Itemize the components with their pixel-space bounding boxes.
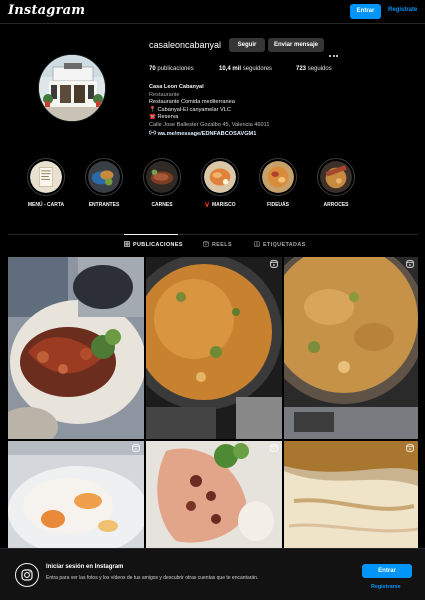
reel-icon bbox=[406, 260, 414, 268]
highlight-carnes[interactable]: CARNES bbox=[137, 158, 187, 208]
highlight-label: 🦞 MARISCO bbox=[204, 202, 236, 208]
highlight-thumbnail bbox=[88, 161, 120, 193]
post-image bbox=[146, 257, 282, 439]
tab-reels[interactable]: REELS bbox=[203, 241, 232, 248]
profile-avatar[interactable] bbox=[38, 54, 106, 122]
posts-count-stat: 70 publicaciones bbox=[149, 66, 194, 72]
highlight-label: ARROCES bbox=[323, 202, 349, 208]
highlight-label: CARNES bbox=[151, 202, 173, 208]
post-image bbox=[284, 257, 418, 439]
banner-register-link[interactable]: Registrarse bbox=[371, 584, 401, 590]
reels-icon bbox=[203, 241, 209, 247]
top-navigation-bar: Instagram Entrar Registrate bbox=[0, 0, 425, 24]
bio-line: 📍 Cabanyal-El canyamelar VLC bbox=[149, 106, 231, 113]
login-banner: Iniciar sesión en Instagram Entra para v… bbox=[0, 548, 425, 600]
post-image bbox=[8, 257, 144, 439]
followers-count-stat[interactable]: 10,4 mil seguidores bbox=[219, 66, 272, 72]
highlight-label: ENTRANTES bbox=[88, 202, 120, 208]
banner-description: Entra para ver las fotos y los vídeos de… bbox=[46, 575, 259, 581]
post-image bbox=[8, 441, 144, 548]
instagram-icon bbox=[15, 563, 39, 587]
highlight-thumbnail bbox=[320, 161, 352, 193]
post-image bbox=[146, 441, 282, 548]
post-tile[interactable] bbox=[8, 441, 144, 548]
highlight-menu-carta[interactable]: MENÚ - CARTA bbox=[21, 158, 71, 208]
active-tab-indicator bbox=[124, 234, 178, 235]
post-tile[interactable] bbox=[146, 441, 282, 548]
post-tile[interactable] bbox=[284, 257, 418, 439]
bio-link[interactable]: wa.me/message/EDNFABCOSAVGM1 bbox=[148, 130, 349, 139]
bio-line: Restaurante Comida mediterranea bbox=[149, 99, 235, 106]
banner-title: Iniciar sesión en Instagram bbox=[46, 564, 124, 570]
story-highlights: MENÚ - CARTA ENTRANTES CARNES 🦞 MARISCO bbox=[0, 158, 425, 218]
tabs-divider bbox=[8, 234, 418, 235]
highlight-thumbnail bbox=[262, 161, 294, 193]
reel-icon bbox=[270, 260, 278, 268]
highlight-arroces[interactable]: ARROCES bbox=[311, 158, 361, 208]
profile-username: casaleoncabanyal bbox=[149, 40, 222, 50]
bio-name: Casa Leon Cabanyal bbox=[149, 84, 204, 90]
tab-posts[interactable]: PUBLICACIONES bbox=[124, 241, 183, 248]
reel-icon bbox=[270, 444, 278, 452]
highlight-thumbnail bbox=[146, 161, 178, 193]
banner-login-button[interactable]: Entrar bbox=[362, 564, 412, 578]
tab-tagged[interactable]: ETIQUETADAS bbox=[254, 241, 306, 248]
follow-button[interactable]: Seguir bbox=[229, 38, 265, 52]
send-message-button[interactable]: Enviar mensaje bbox=[268, 38, 324, 52]
highlight-thumbnail bbox=[204, 161, 236, 193]
link-icon bbox=[148, 130, 157, 134]
highlight-fideuas[interactable]: FIDEUÁS bbox=[253, 158, 303, 208]
profile-bio: Casa Leon Cabanyal Restaurante Restauran… bbox=[148, 84, 349, 139]
post-tile[interactable] bbox=[284, 441, 418, 548]
tagged-icon bbox=[254, 241, 260, 247]
post-tile[interactable] bbox=[8, 257, 144, 439]
highlight-thumbnail bbox=[30, 161, 62, 193]
login-button[interactable]: Entrar bbox=[350, 4, 381, 19]
following-count-stat[interactable]: 723 seguidos bbox=[296, 66, 332, 72]
post-image bbox=[284, 441, 418, 548]
reel-icon bbox=[406, 444, 414, 452]
highlight-marisco[interactable]: 🦞 MARISCO bbox=[195, 158, 245, 208]
more-options-icon[interactable] bbox=[329, 40, 341, 57]
post-tile[interactable] bbox=[146, 257, 282, 439]
instagram-logo[interactable]: Instagram bbox=[8, 3, 85, 18]
grid-icon bbox=[124, 241, 130, 247]
register-link[interactable]: Registrate bbox=[388, 7, 417, 13]
bio-line: ☎️ Reserva bbox=[149, 114, 179, 121]
highlight-entrantes[interactable]: ENTRANTES bbox=[79, 158, 129, 208]
bio-category: Restaurante bbox=[149, 91, 180, 98]
highlight-label: MENÚ - CARTA bbox=[27, 202, 65, 208]
highlight-label: FIDEUÁS bbox=[267, 202, 289, 208]
reel-icon bbox=[132, 444, 140, 452]
bio-address[interactable]: Calle Jose Ballester Gozalbo 45, Valenci… bbox=[149, 122, 349, 130]
